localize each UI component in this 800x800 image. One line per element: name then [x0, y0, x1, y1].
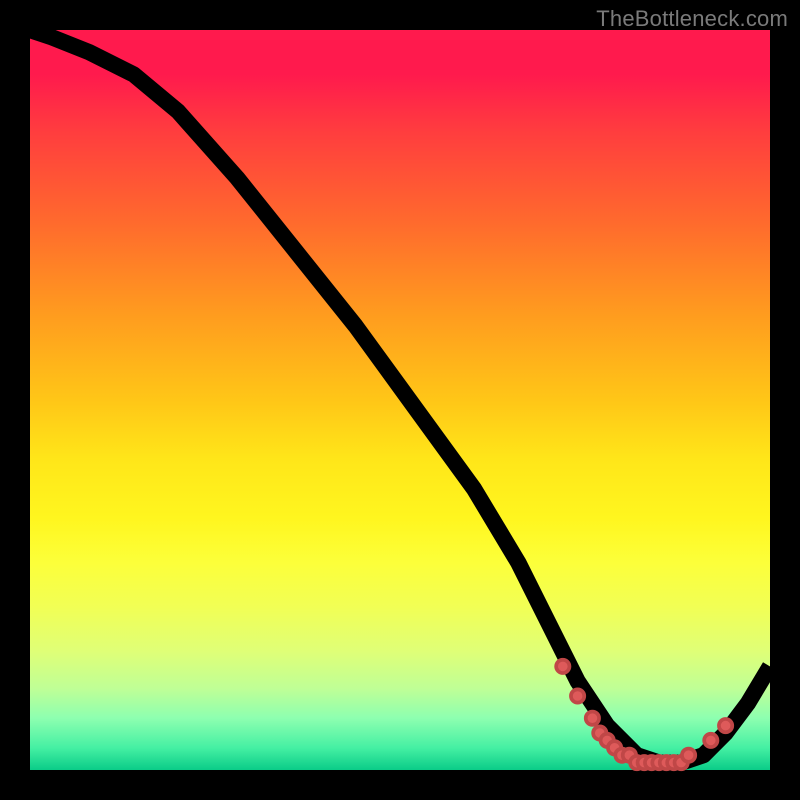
- trough-dot: [586, 712, 599, 725]
- trough-dot: [571, 689, 584, 702]
- chart-frame: TheBottleneck.com: [0, 0, 800, 800]
- trough-dot: [556, 660, 569, 673]
- curve-svg: [30, 30, 770, 770]
- trough-dot: [682, 749, 695, 762]
- trough-dot: [719, 719, 732, 732]
- attribution-label: TheBottleneck.com: [596, 6, 788, 32]
- trough-dot: [704, 734, 717, 747]
- bottleneck-curve: [30, 30, 770, 763]
- plot-area: [30, 30, 770, 770]
